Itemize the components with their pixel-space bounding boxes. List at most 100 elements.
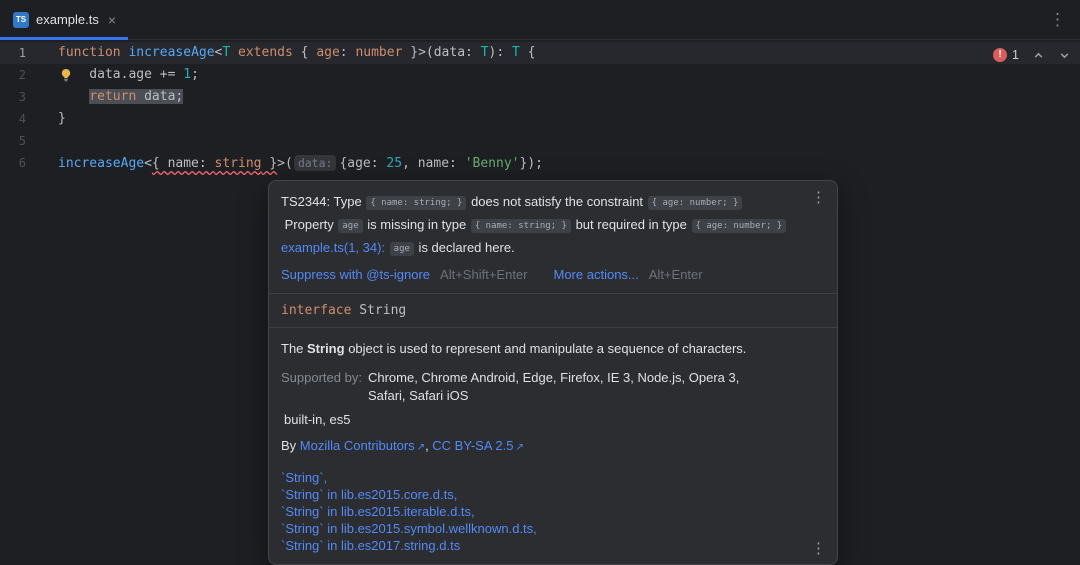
code-chip: { age: number; } <box>691 219 787 233</box>
text-segment: increaseAge <box>58 156 145 171</box>
text-segment: data; <box>136 89 184 104</box>
text-segment: 1 <box>183 67 192 82</box>
suppress-action-link[interactable]: Suppress with @ts-ignore <box>281 267 430 282</box>
text-segment: }); <box>519 156 543 171</box>
action: Suppress with @ts-ignore Alt+Shift+Enter <box>281 267 528 282</box>
text-segment: extends <box>238 45 293 60</box>
external-link-icon: ↗ <box>515 442 524 453</box>
supported-by-line: Safari, Safari iOS <box>367 388 469 403</box>
text-segment: 25 <box>386 156 403 171</box>
text-segment: T <box>480 45 489 60</box>
code-chip: { age: number; } <box>647 196 743 210</box>
text-segment: Property <box>281 217 338 232</box>
code-line[interactable]: 1 function increaseAge<T extends { age: n… <box>0 42 1080 64</box>
text-segment: data <box>433 45 466 60</box>
code-chip: { name: string; } <box>366 196 467 210</box>
doc-link[interactable]: `String` in lib.es2015.symbol.wellknown.… <box>281 520 807 537</box>
text-segment: { name: <box>151 156 215 171</box>
intention-bulb-icon[interactable] <box>59 68 73 82</box>
inlay-hint: data: <box>293 155 337 171</box>
code-line[interactable]: 4} <box>0 108 1080 130</box>
error-icon <box>993 48 1008 62</box>
text-segment: does not satisfy the constraint <box>467 194 647 209</box>
doc-description: The String object is used to represent a… <box>281 340 807 357</box>
text-segment: data.age += <box>58 67 184 82</box>
supported-by-label: Supported by: <box>281 370 362 385</box>
next-problem-chevron-down-icon[interactable] <box>1058 49 1071 62</box>
doc-link[interactable]: `String`, <box>281 469 807 486</box>
doc-link[interactable]: `String` in lib.es2015.core.d.ts, <box>281 486 807 503</box>
link[interactable]: Mozilla Contributors ↗ <box>300 438 425 453</box>
code-line[interactable]: 6 increaseAge<{ name: string }>(data: {age… <box>0 152 1080 174</box>
text-segment: interface <box>281 303 352 318</box>
error-count: 1 <box>1012 48 1019 62</box>
error-summary[interactable]: 1 <box>993 48 1019 62</box>
line-number[interactable]: 2 <box>0 64 26 86</box>
supported-by-values: Chrome, Chrome Android, Edge, Firefox, I… <box>368 369 739 405</box>
doc-link[interactable]: `String` in lib.es2015.iterable.d.ts, <box>281 503 807 520</box>
typescript-file-icon: TS <box>13 11 29 28</box>
text-segment: } <box>261 156 278 171</box>
text-segment: but required in type <box>571 217 691 232</box>
external-link-icon: ↗ <box>416 442 426 453</box>
text-segment: function <box>58 45 121 60</box>
error-section: TS2344: Type { name: string; } does not … <box>269 181 837 293</box>
line-number[interactable]: 6 <box>0 152 26 174</box>
text-segment: { <box>292 45 317 60</box>
text-segment: { <box>519 45 536 60</box>
previous-problem-chevron-up-icon[interactable] <box>1032 49 1045 62</box>
tab-example-ts[interactable]: TS example.ts × <box>0 0 129 40</box>
error-rows: TS2344: Type { name: string; } does not … <box>281 191 807 260</box>
error-row: example.ts(1, 34): age is declared here. <box>281 237 807 260</box>
editor-options-kebab-icon[interactable]: ⋮ <box>1035 10 1080 30</box>
line-number[interactable]: 5 <box>0 130 26 152</box>
text-segment: String <box>307 341 345 356</box>
text-segment: number <box>355 45 403 60</box>
inspection-widget[interactable]: 1 <box>993 45 1071 65</box>
supported-by: Supported by: Chrome, Chrome Android, Ed… <box>281 369 807 405</box>
documentation-section: The String object is used to represent a… <box>269 328 837 564</box>
error-row: Property age is missing in type { name: … <box>281 214 807 237</box>
code-line[interactable]: 2 data.age += 1; <box>0 64 1080 86</box>
doc-options-kebab-icon[interactable]: ⋮ <box>811 541 826 556</box>
line-number[interactable]: 1 <box>0 42 26 64</box>
error-actions: Suppress with @ts-ignore Alt+Shift+Enter M… <box>281 267 807 282</box>
link[interactable]: CC BY-SA 2.5 ↗ <box>432 438 524 453</box>
more-actions-link[interactable]: More actions... <box>554 267 639 282</box>
text-segment: {age: <box>339 156 387 171</box>
editor-tab-bar: TS example.ts × ⋮ <box>0 0 1080 40</box>
signature: interface String <box>269 294 837 327</box>
text-segment: string <box>214 156 262 171</box>
text-segment: T <box>512 45 520 60</box>
error-row: TS2344: Type { name: string; } does not … <box>281 191 807 214</box>
line-number[interactable]: 4 <box>0 108 26 130</box>
supported-by-line: Chrome, Chrome Android, Edge, Firefox, I… <box>367 370 740 385</box>
code-line[interactable]: 3 return data; <box>0 86 1080 108</box>
text-segment: is declared here. <box>414 240 515 255</box>
code-line[interactable]: 5 <box>0 130 1080 152</box>
tab-close-icon[interactable]: × <box>108 12 116 28</box>
code-chip: age <box>338 219 363 233</box>
link[interactable]: example.ts(1, 34): <box>281 240 385 255</box>
text-segment: 'Benny' <box>464 156 520 171</box>
byline: By Mozilla Contributors ↗, CC BY-SA 2.5 ↗ <box>281 437 807 456</box>
text-segment: ; <box>191 67 199 82</box>
text-segment: increaseAge <box>128 45 215 60</box>
line-number[interactable]: 3 <box>0 86 26 108</box>
tab-label: example.ts <box>36 12 99 27</box>
text-segment: return <box>89 89 137 104</box>
text-segment <box>58 89 89 104</box>
text-segment: String <box>351 303 407 318</box>
spec-info: built-in, es5 <box>284 412 351 427</box>
text-segment: object is used to represent and manipula… <box>344 341 747 356</box>
text-segment: : <box>339 45 356 60</box>
error-options-kebab-icon[interactable]: ⋮ <box>811 190 826 205</box>
text-segment: age <box>316 45 340 60</box>
text-segment: >( <box>277 156 293 171</box>
text-segment <box>385 240 389 255</box>
text-segment: ): <box>488 45 513 60</box>
code-text: data.age += 1; <box>58 64 199 86</box>
editor[interactable]: 1 function increaseAge<T extends { age: n… <box>0 40 1080 174</box>
code-text: } <box>58 108 66 130</box>
text-segment: , name: <box>402 156 465 171</box>
